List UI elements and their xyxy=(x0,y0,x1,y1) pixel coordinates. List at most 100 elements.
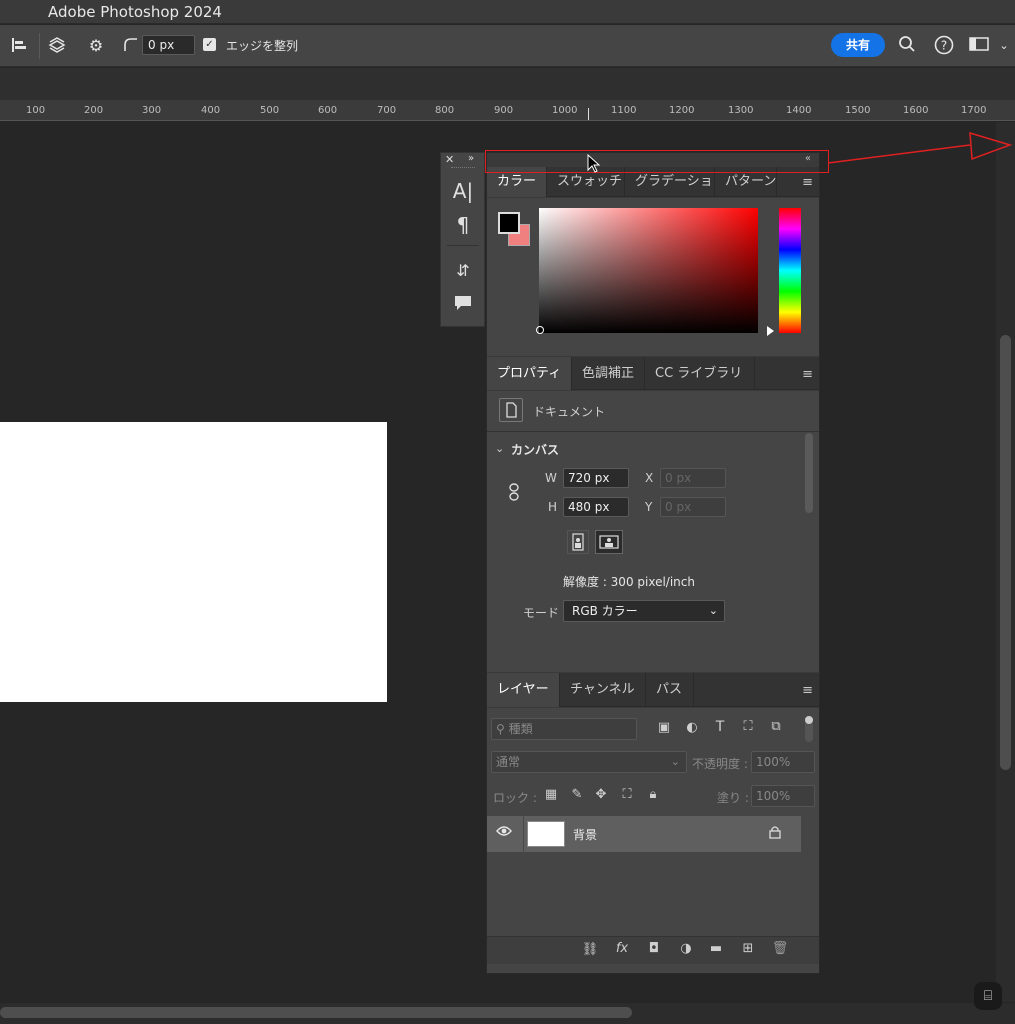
layers-footer: ⛓ fx ◘ ◑ ▬ ⊞ 🗑︎ xyxy=(487,936,819,964)
layer-name: 背景 xyxy=(573,828,598,842)
properties-panel: ドキュメント ⌄ カンバス W 720 px X 0 px H 480 px Y… xyxy=(487,391,819,672)
smart-object-filter-icon[interactable]: ⧉ xyxy=(767,719,785,734)
grip[interactable] xyxy=(451,167,475,170)
adjustment-layer-icon[interactable]: ◑ xyxy=(677,941,695,956)
chevron-down-icon[interactable]: ⌄ xyxy=(996,36,1012,56)
shape-filter-icon[interactable]: ⛶ xyxy=(739,719,757,734)
glyphs-icon[interactable]: ⇵ xyxy=(449,261,477,280)
portrait-orientation-button[interactable] xyxy=(567,530,589,554)
tab-cc-libraries[interactable]: CC ライブラリ xyxy=(645,357,755,390)
gear-icon[interactable]: ⚙ xyxy=(85,36,107,56)
lock-icon xyxy=(767,825,783,842)
tab-properties[interactable]: プロパティ xyxy=(487,357,572,390)
divider xyxy=(523,816,524,852)
height-input[interactable]: 480 px xyxy=(563,497,629,517)
document-label: ドキュメント xyxy=(533,405,606,419)
lock-position-icon[interactable]: ✥ xyxy=(593,787,609,802)
tab-paths[interactable]: パス xyxy=(646,673,694,707)
expand-icon[interactable]: » xyxy=(468,153,474,164)
color-picker-handle[interactable] xyxy=(536,326,544,334)
svg-text:?: ? xyxy=(941,39,947,53)
ruler-tick: 900 xyxy=(494,105,514,116)
app-title: Adobe Photoshop 2024 xyxy=(48,3,222,21)
link-icon[interactable] xyxy=(507,483,521,501)
tab-strip xyxy=(0,68,1015,100)
panel-menu-icon[interactable]: ≡ xyxy=(802,367,813,382)
lock-artboard-icon[interactable]: ⛶ xyxy=(619,787,635,802)
ruler-tick: 600 xyxy=(318,105,338,116)
help-icon[interactable]: ? xyxy=(933,35,955,60)
trash-icon[interactable]: 🗑︎ xyxy=(771,941,789,956)
character-icon[interactable]: A| xyxy=(449,179,477,203)
color-panel xyxy=(487,198,819,356)
ruler-tick: 1400 xyxy=(786,105,812,116)
layer-filter-select[interactable]: ⚲ 種類 xyxy=(491,718,637,740)
corner-radius-input[interactable]: 0 px xyxy=(142,35,195,55)
live-text-icon[interactable]: ⌸ xyxy=(974,982,1002,1010)
tab-adjustments[interactable]: 色調補正 xyxy=(572,357,645,390)
title-bar: Adobe Photoshop 2024 xyxy=(0,0,1015,24)
divider xyxy=(447,245,479,246)
fill-input[interactable]: 100% xyxy=(751,785,815,807)
y-label: Y xyxy=(645,500,653,514)
comment-icon[interactable] xyxy=(449,295,477,315)
hue-handle[interactable] xyxy=(767,326,774,336)
ruler-tick: 400 xyxy=(201,105,221,116)
resolution-text: 解像度 : 300 pixel/inch xyxy=(563,575,695,589)
tab-layers[interactable]: レイヤー xyxy=(487,673,560,707)
panel-menu-icon[interactable]: ≡ xyxy=(802,175,813,190)
x-input[interactable]: 0 px xyxy=(660,468,726,488)
eye-icon[interactable] xyxy=(495,825,513,841)
panel-menu-icon[interactable]: ≡ xyxy=(802,683,813,698)
link-layers-icon[interactable]: ⛓ xyxy=(581,942,599,957)
height-label: H xyxy=(548,500,558,514)
blend-mode-value: 通常 xyxy=(496,755,521,769)
layers-panel-tabs: レイヤー チャンネル パス ≡ xyxy=(487,673,819,707)
layers-panel: ⚲ 種類 ▣ ◐ T ⛶ ⧉ 通常 ⌄ 不透明度 : 100% ロック : ▦ … xyxy=(487,708,819,973)
mouse-cursor-icon xyxy=(587,154,601,173)
chevron-down-icon: ⌄ xyxy=(670,755,680,768)
width-input[interactable]: 720 px xyxy=(563,468,629,488)
ruler-tick: 100 xyxy=(26,105,46,116)
corner-radius-icon xyxy=(120,36,140,57)
layers-stack-icon[interactable] xyxy=(45,36,69,59)
layer-row[interactable]: 背景 xyxy=(487,816,801,852)
properties-scrollbar[interactable] xyxy=(805,433,813,513)
lock-all-icon[interactable]: 🔒︎ xyxy=(645,787,661,802)
chevron-down-icon[interactable]: ⌄ xyxy=(495,442,504,455)
share-button[interactable]: 共有 xyxy=(831,33,885,57)
fx-icon[interactable]: fx xyxy=(613,941,631,956)
color-field[interactable] xyxy=(539,208,758,333)
document-canvas[interactable] xyxy=(0,422,387,702)
y-input[interactable]: 0 px xyxy=(660,497,726,517)
paragraph-icon[interactable]: ¶ xyxy=(449,213,477,237)
lock-transparency-icon[interactable]: ▦ xyxy=(543,787,559,802)
filter-toggle[interactable] xyxy=(805,716,813,742)
opacity-input[interactable]: 100% xyxy=(751,751,815,773)
ruler-tick: 700 xyxy=(377,105,397,116)
workspace-icon[interactable] xyxy=(968,36,990,57)
align-tool-icon[interactable] xyxy=(8,36,30,59)
mask-icon[interactable]: ◘ xyxy=(645,941,663,956)
folder-icon[interactable]: ▬ xyxy=(707,941,725,956)
horizontal-scrollbar[interactable] xyxy=(0,1007,632,1018)
mode-select[interactable]: RGB カラー ⌄ xyxy=(563,600,725,622)
adjustment-filter-icon[interactable]: ◐ xyxy=(683,720,701,735)
foreground-color-swatch[interactable] xyxy=(498,212,520,234)
hue-slider[interactable] xyxy=(779,208,801,333)
type-filter-icon[interactable]: T xyxy=(711,719,729,735)
mode-label: モード xyxy=(523,606,560,620)
landscape-orientation-button[interactable] xyxy=(595,530,623,554)
tab-channels[interactable]: チャンネル xyxy=(560,673,646,707)
ruler-tick: 1100 xyxy=(611,105,637,116)
close-icon[interactable]: ✕ xyxy=(445,153,454,166)
search-icon[interactable] xyxy=(896,35,918,58)
vertical-scrollbar[interactable] xyxy=(1000,335,1011,770)
align-edges-checkbox[interactable]: ✓ xyxy=(203,38,216,51)
ruler-tick: 800 xyxy=(435,105,455,116)
blend-mode-select[interactable]: 通常 ⌄ xyxy=(491,751,687,773)
lock-paint-icon[interactable]: ✎ xyxy=(569,787,585,802)
x-label: X xyxy=(645,471,654,485)
new-layer-icon[interactable]: ⊞ xyxy=(739,941,757,956)
pixel-layer-filter-icon[interactable]: ▣ xyxy=(655,720,673,735)
